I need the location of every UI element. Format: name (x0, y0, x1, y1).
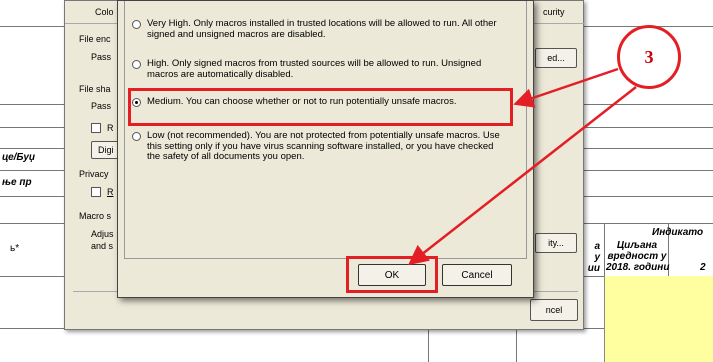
arrow-to-ok-button (408, 86, 637, 266)
step-number-callout: 3 (617, 25, 681, 89)
arrow-to-medium-option (513, 67, 619, 108)
annotation-arrows (408, 67, 637, 266)
